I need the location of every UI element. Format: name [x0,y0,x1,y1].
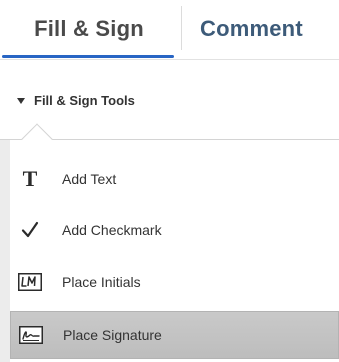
add-text-label: Add Text [62,171,117,187]
tab-strip: Fill & Sign Comment [0,0,339,60]
caret-down-icon [17,97,25,104]
fill-sign-tools-header: Fill & Sign Tools [0,60,339,155]
tab-comment-label: Comment [200,16,303,41]
checkmark-icon [18,218,42,242]
place-signature-label: Place Signature [63,327,162,343]
place-signature-tool[interactable]: Place Signature [10,311,339,359]
signature-icon [19,323,43,347]
panel-left-shade [0,140,10,362]
tab-comment[interactable]: Comment [180,0,339,58]
header-divider-right [47,139,339,140]
initials-icon [18,270,42,294]
callout-pointer [21,123,53,155]
fill-sign-tools-toggle[interactable]: Fill & Sign Tools [17,93,135,108]
active-tab-indicator [2,55,174,58]
tab-fill-and-sign[interactable]: Fill & Sign [0,0,178,58]
tab-fill-and-sign-label: Fill & Sign [34,16,144,41]
place-initials-tool[interactable]: Place Initials [10,259,339,305]
place-initials-label: Place Initials [62,274,141,290]
add-text-tool[interactable]: T Add Text [10,156,339,202]
add-checkmark-tool[interactable]: Add Checkmark [10,207,339,253]
text-t-icon: T [22,166,38,191]
add-checkmark-label: Add Checkmark [62,222,162,238]
section-title: Fill & Sign Tools [34,93,135,108]
